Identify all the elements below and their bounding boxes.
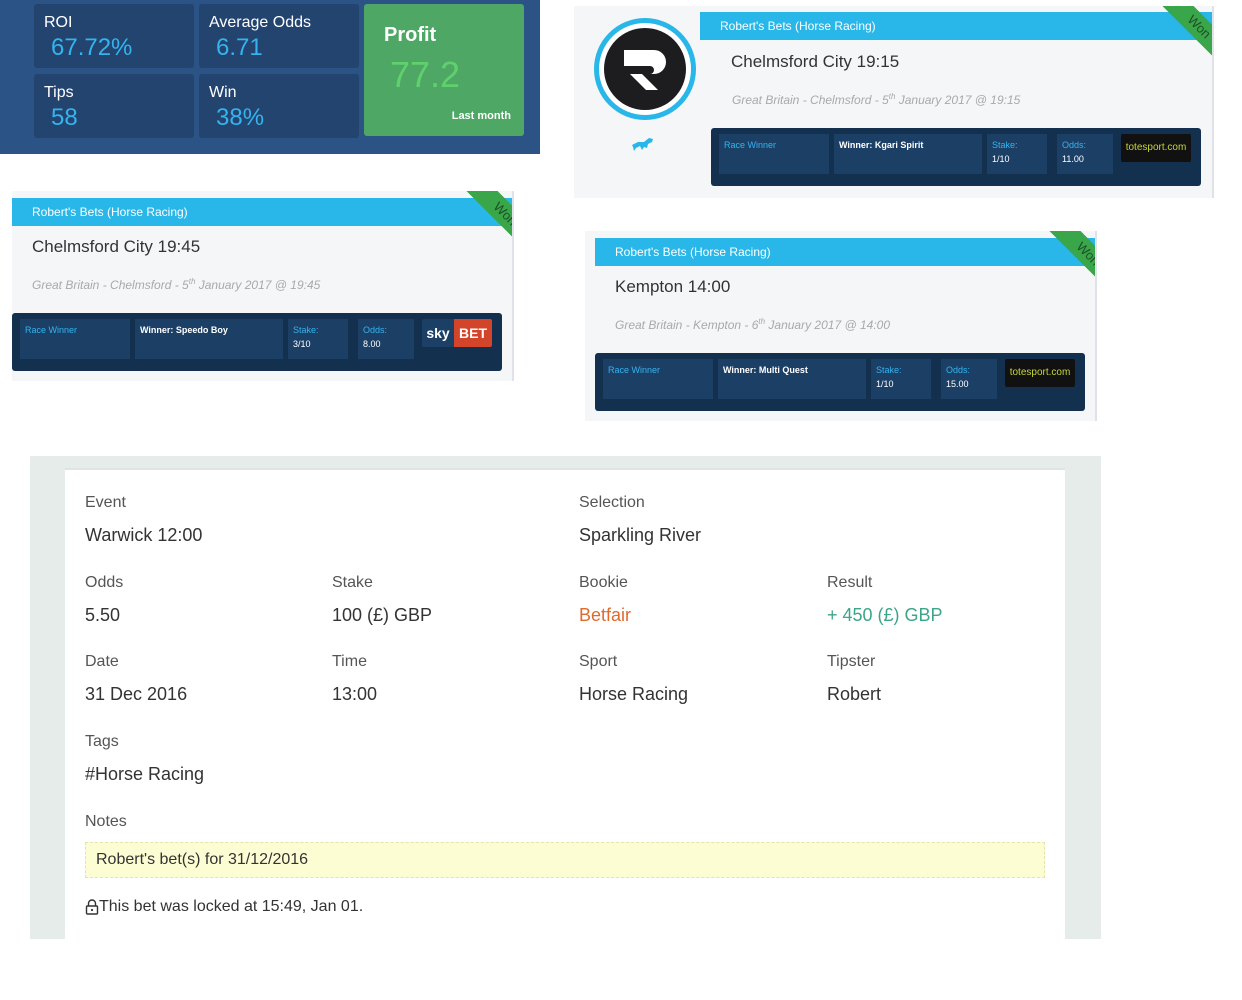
event-value: Warwick 12:00 (85, 525, 203, 545)
tag-link[interactable]: #Horse Racing (85, 764, 204, 785)
bookie-label: Bookie (579, 574, 628, 591)
average-odds-label: Average Odds (209, 14, 311, 31)
sport-label: Sport (579, 653, 618, 670)
time-label: Time (332, 653, 367, 670)
profit-label: Profit (384, 24, 437, 46)
tips-value: 58 (51, 104, 78, 131)
profit-stat: Profit 77.2 Last month (364, 4, 524, 136)
card-header: Robert's Bets (Horse Racing) (700, 12, 1212, 40)
average-odds-stat: Average Odds 6.71 (199, 4, 359, 68)
stake-value: 100 (£) GBP (332, 605, 433, 625)
selection-cell: Winner: Kgari Spirit (834, 134, 982, 174)
market-cell: Race Winner (603, 359, 713, 399)
tips-stat: Tips 58 (34, 74, 194, 138)
average-odds-value: 6.71 (216, 34, 263, 61)
event-title[interactable]: Kempton 14:00 (615, 277, 730, 297)
selection-value: Sparkling River (579, 525, 702, 545)
result-label: Result (827, 574, 873, 591)
profit-value: 77.2 (390, 54, 461, 95)
bookie-logo[interactable]: totesport.com (1005, 359, 1075, 387)
bet-bar: Race Winner Winner: Multi Quest Stake: 1/… (595, 353, 1085, 411)
date-value: 31 Dec 2016 (85, 684, 188, 704)
win-label: Win (209, 84, 237, 101)
market-cell: Race Winner (719, 134, 829, 174)
notes-box: Robert's bet(s) for 31/12/2016 (85, 842, 1045, 878)
bet-card[interactable]: Robert's Bets (Horse Racing) Won Chelmsf… (12, 191, 514, 381)
bet-bar: Race Winner Winner: Kgari Spirit Stake: 1… (711, 128, 1201, 186)
event-meta: Great Britain - Chelmsford - 5th January… (32, 277, 321, 292)
event-title[interactable]: Chelmsford City 19:15 (731, 52, 899, 72)
odds-value: 5.50 (85, 605, 121, 625)
profit-period: Last month (451, 110, 511, 122)
odds-cell: Odds: 8.00 (358, 319, 414, 359)
bookie-link[interactable]: Betfair (579, 605, 631, 626)
lock-icon (85, 899, 99, 915)
bet-bar: Race Winner Winner: Speedo Boy Stake: 3/1… (12, 313, 502, 371)
r-logo-icon (624, 50, 666, 90)
event-meta: Great Britain - Chelmsford - 5th January… (732, 92, 1021, 107)
roi-value: 67.72% (51, 34, 133, 61)
event-title[interactable]: Chelmsford City 19:45 (32, 237, 200, 257)
roi-stat: ROI 67.72% (34, 4, 194, 68)
bet-card[interactable]: Robert's Bets (Horse Racing) Won Chelmsf… (574, 6, 1214, 198)
odds-label: Odds (85, 574, 124, 591)
selection-cell: Winner: Multi Quest (718, 359, 866, 399)
bet-detail-card: Event Warwick 12:00 Selection Sparkling … (65, 468, 1065, 939)
bet-card[interactable]: Robert's Bets (Horse Racing) Won Kempton… (585, 231, 1097, 421)
stats-panel: ROI 67.72% Average Odds 6.71 Tips 58 Win… (0, 0, 540, 154)
tipster-value: Robert (827, 684, 882, 704)
stake-cell: Stake: 1/10 (987, 134, 1047, 174)
tipster-label: Tipster (827, 653, 876, 670)
horse-icon (632, 138, 653, 151)
bookie-logo[interactable]: sky BET (422, 319, 492, 347)
stake-cell: Stake: 3/10 (288, 319, 348, 359)
event-meta: Great Britain - Kempton - 6th January 20… (615, 317, 890, 332)
bet-detail-panel: Event Warwick 12:00 Selection Sparkling … (30, 456, 1101, 939)
odds-cell: Odds: 15.00 (941, 359, 997, 399)
event-label: Event (85, 494, 126, 511)
card-header: Robert's Bets (Horse Racing) (12, 198, 512, 226)
market-cell: Race Winner (20, 319, 130, 359)
selection-cell: Winner: Speedo Boy (135, 319, 283, 359)
selection-label: Selection (579, 494, 645, 511)
card-header: Robert's Bets (Horse Racing) (595, 238, 1095, 266)
locked-text: This bet was locked at 15:49, Jan 01. (99, 898, 364, 915)
bookie-logo[interactable]: totesport.com (1121, 134, 1191, 162)
stake-label: Stake (332, 574, 373, 591)
win-value: 38% (216, 104, 265, 131)
notes-label: Notes (85, 813, 127, 830)
locked-message: This bet was locked at 15:49, Jan 01. (85, 898, 363, 916)
stake-cell: Stake: 1/10 (871, 359, 931, 399)
win-stat: Win 38% (199, 74, 359, 138)
tips-label: Tips (44, 84, 74, 101)
result-value: + 450 (£) GBP (827, 605, 943, 625)
odds-cell: Odds: 11.00 (1057, 134, 1113, 174)
time-value: 13:00 (332, 684, 378, 704)
date-label: Date (85, 653, 119, 670)
tags-label: Tags (85, 733, 119, 750)
sport-value: Horse Racing (579, 684, 689, 704)
roi-label: ROI (44, 14, 73, 31)
tipster-avatar (594, 18, 696, 120)
